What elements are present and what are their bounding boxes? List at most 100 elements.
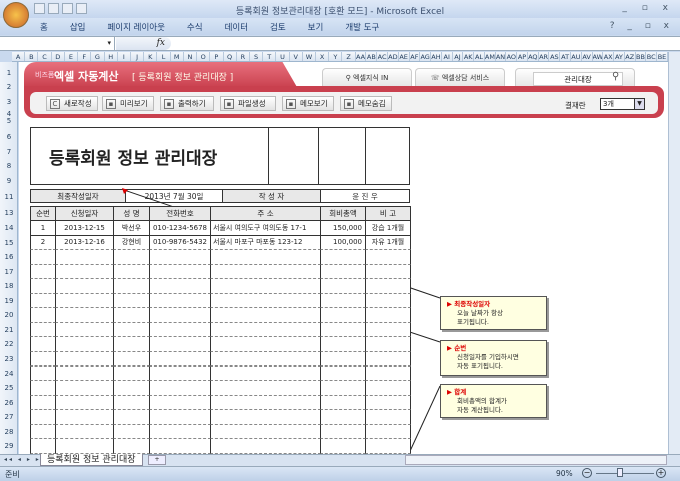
empty-cell[interactable] (320, 365, 366, 381)
empty-cell[interactable] (320, 292, 366, 309)
table-cell[interactable]: 강습 1개월 (365, 220, 411, 236)
zoom-slider-thumb[interactable] (617, 468, 623, 477)
empty-cell[interactable] (30, 292, 56, 309)
empty-cell[interactable] (320, 321, 366, 338)
empty-cell[interactable] (55, 409, 114, 425)
zoom-out-icon[interactable]: − (582, 468, 592, 478)
empty-cell[interactable] (365, 278, 411, 294)
empty-cell[interactable] (149, 365, 211, 381)
empty-cell[interactable] (113, 307, 150, 323)
empty-cell[interactable] (149, 249, 211, 265)
empty-cell[interactable] (365, 365, 411, 381)
empty-cell[interactable] (113, 263, 150, 280)
table-cell[interactable]: 150,000 (320, 220, 366, 236)
table-cell[interactable]: 자유 1개월 (365, 234, 411, 251)
empty-cell[interactable] (55, 263, 114, 280)
empty-cell[interactable] (210, 438, 321, 454)
empty-cell[interactable] (365, 249, 411, 265)
empty-cell[interactable] (149, 438, 211, 454)
empty-cell[interactable] (113, 278, 150, 294)
empty-cell[interactable] (149, 423, 211, 440)
empty-cell[interactable] (30, 438, 56, 454)
empty-cell[interactable] (30, 409, 56, 425)
empty-cell[interactable] (210, 292, 321, 309)
empty-cell[interactable] (55, 394, 114, 411)
empty-cell[interactable] (113, 336, 150, 352)
empty-cell[interactable] (149, 263, 211, 280)
empty-cell[interactable] (320, 409, 366, 425)
empty-cell[interactable] (320, 394, 366, 411)
empty-cell[interactable] (320, 350, 366, 367)
toolbar-button-5[interactable]: ▪ 메모보기 (282, 96, 334, 111)
empty-cell[interactable] (210, 350, 321, 367)
toolbar-button-3[interactable]: ▪ 출력하기 (160, 96, 214, 111)
table-cell[interactable]: 박선우 (113, 220, 150, 236)
empty-cell[interactable] (30, 380, 56, 396)
empty-cell[interactable] (30, 365, 56, 381)
empty-cell[interactable] (365, 394, 411, 411)
empty-cell[interactable] (210, 321, 321, 338)
table-cell[interactable]: 서울시 여의도구 여의도동 17-1 (210, 220, 321, 236)
empty-cell[interactable] (320, 263, 366, 280)
empty-cell[interactable] (55, 292, 114, 309)
empty-cell[interactable] (55, 438, 114, 454)
empty-cell[interactable] (55, 307, 114, 323)
empty-cell[interactable] (210, 380, 321, 396)
empty-cell[interactable] (320, 249, 366, 265)
empty-cell[interactable] (113, 365, 150, 381)
toolbar-button-4[interactable]: ▪ 파일생성 (220, 96, 276, 111)
zoom-slider[interactable] (596, 473, 654, 474)
table-cell[interactable]: 010-1234-5678 (149, 220, 211, 236)
empty-cell[interactable] (113, 249, 150, 265)
empty-cell[interactable] (30, 307, 56, 323)
table-cell[interactable]: 서울시 마포구 마포동 123-12 (210, 234, 321, 251)
empty-cell[interactable] (113, 380, 150, 396)
empty-cell[interactable] (365, 336, 411, 352)
empty-cell[interactable] (365, 307, 411, 323)
empty-cell[interactable] (30, 336, 56, 352)
table-cell[interactable]: 010-9876-5432 (149, 234, 211, 251)
empty-cell[interactable] (55, 249, 114, 265)
empty-cell[interactable] (30, 249, 56, 265)
empty-cell[interactable] (55, 321, 114, 338)
empty-cell[interactable] (210, 263, 321, 280)
empty-cell[interactable] (149, 292, 211, 309)
empty-cell[interactable] (149, 307, 211, 323)
empty-cell[interactable] (320, 423, 366, 440)
sheet-tab-active[interactable]: 등록회원 정보 관리대장 (40, 454, 143, 466)
empty-cell[interactable] (113, 438, 150, 454)
empty-cell[interactable] (320, 380, 366, 396)
empty-cell[interactable] (113, 292, 150, 309)
empty-cell[interactable] (210, 249, 321, 265)
empty-cell[interactable] (30, 394, 56, 411)
insert-sheet-icon[interactable]: + (148, 455, 166, 465)
empty-cell[interactable] (113, 321, 150, 338)
toolbar-button-6[interactable]: ▪ 메모숨김 (340, 96, 392, 111)
empty-cell[interactable] (30, 423, 56, 440)
empty-cell[interactable] (149, 278, 211, 294)
empty-cell[interactable] (30, 350, 56, 367)
empty-cell[interactable] (210, 278, 321, 294)
table-cell[interactable]: 2013-12-16 (55, 234, 114, 251)
empty-cell[interactable] (113, 394, 150, 411)
empty-cell[interactable] (149, 336, 211, 352)
toolbar-button-2[interactable]: ▪ 미리보기 (102, 96, 154, 111)
table-cell[interactable]: 2013-12-15 (55, 220, 114, 236)
empty-cell[interactable] (320, 307, 366, 323)
empty-cell[interactable] (210, 365, 321, 381)
office-button[interactable] (3, 2, 29, 28)
empty-cell[interactable] (365, 350, 411, 367)
empty-cell[interactable] (210, 336, 321, 352)
empty-cell[interactable] (365, 380, 411, 396)
empty-cell[interactable] (210, 423, 321, 440)
zoom-in-icon[interactable]: + (656, 468, 666, 478)
table-cell[interactable]: 2 (30, 234, 56, 251)
empty-cell[interactable] (113, 409, 150, 425)
empty-cell[interactable] (210, 409, 321, 425)
empty-cell[interactable] (30, 278, 56, 294)
toolbar-button-1[interactable]: C 새로작성 (46, 96, 98, 111)
empty-cell[interactable] (149, 380, 211, 396)
empty-cell[interactable] (210, 307, 321, 323)
empty-cell[interactable] (149, 321, 211, 338)
empty-cell[interactable] (113, 350, 150, 367)
